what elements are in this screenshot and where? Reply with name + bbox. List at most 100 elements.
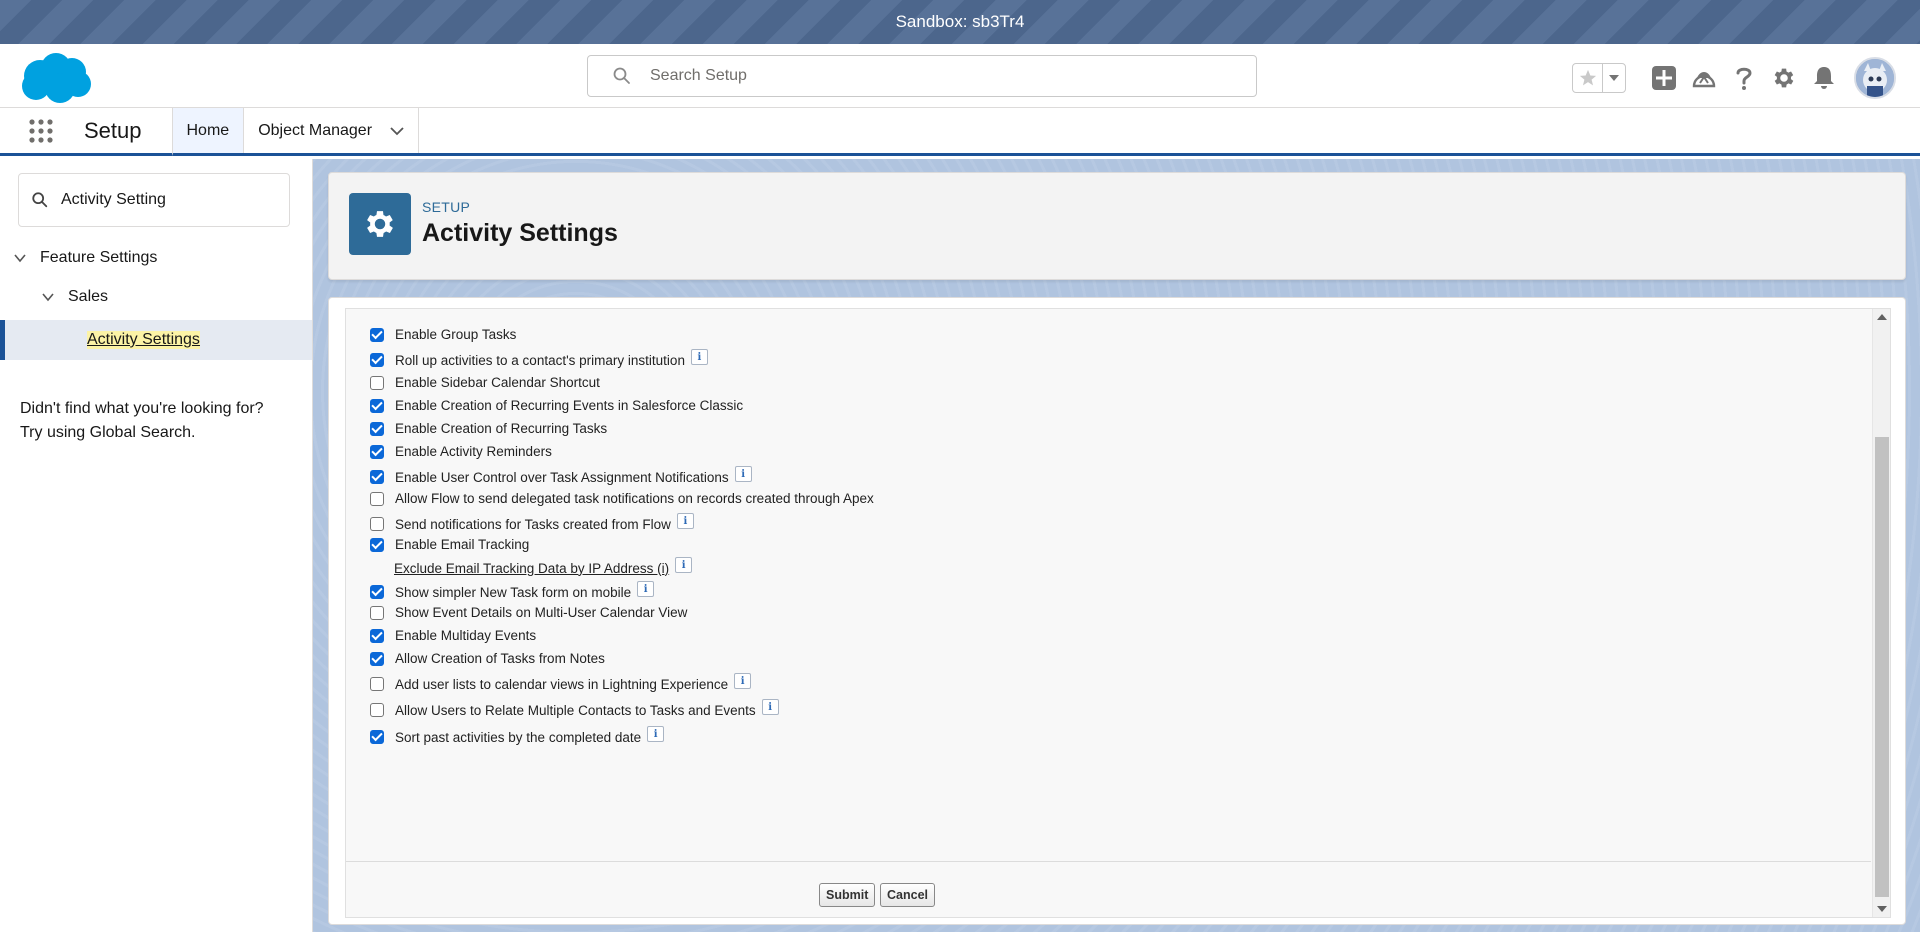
chevron-down-icon[interactable]: [390, 126, 404, 136]
sandbox-banner: Sandbox: sb3Tr4: [0, 0, 1920, 44]
sandbox-label: Sandbox: sb3Tr4: [895, 12, 1025, 31]
app-name: Setup: [84, 117, 142, 143]
setting-checkbox[interactable]: [370, 470, 384, 484]
info-icon[interactable]: i: [734, 466, 752, 482]
quick-find-box[interactable]: [18, 173, 290, 227]
setting-checkbox[interactable]: [370, 517, 384, 531]
setting-row: Allow Creation of Tasks from Notes: [370, 651, 605, 666]
setting-checkbox[interactable]: [370, 421, 384, 436]
setting-row: Allow Users to Relate Multiple Contacts …: [370, 699, 779, 718]
setting-checkbox[interactable]: [370, 703, 384, 717]
setting-checkbox[interactable]: [370, 444, 384, 459]
setting-row: Allow Flow to send delegated task notifi…: [370, 491, 874, 506]
notifications-bell-icon[interactable]: [1804, 58, 1844, 98]
trailhead-icon[interactable]: [1684, 58, 1724, 98]
header-icons: [1572, 57, 1896, 99]
chevron-down-icon[interactable]: [12, 250, 28, 266]
info-icon[interactable]: i: [734, 673, 752, 689]
setting-checkbox[interactable]: [370, 651, 384, 666]
body-area: Feature Settings Sales Activity Settings…: [0, 159, 1920, 932]
favorites-star-icon[interactable]: [1573, 64, 1603, 92]
tab-home[interactable]: Home: [171, 108, 244, 156]
global-header: [0, 44, 1920, 108]
setting-checkbox[interactable]: [370, 327, 384, 342]
chevron-down-icon[interactable]: [40, 289, 56, 305]
setting-label: Roll up activities to a contact's primar…: [395, 352, 685, 368]
setting-label: Enable Creation of Recurring Tasks: [395, 421, 608, 436]
setting-row: Enable Group Tasks: [370, 327, 516, 342]
app-launcher-icon[interactable]: [12, 108, 70, 153]
setting-label: Allow Creation of Tasks from Notes: [395, 651, 605, 666]
info-icon[interactable]: i: [690, 349, 708, 365]
setting-label: Send notifications for Tasks created fro…: [395, 516, 671, 532]
scroll-up-arrow-icon[interactable]: [1877, 314, 1887, 320]
setting-checkbox[interactable]: [370, 375, 384, 390]
setting-row: Enable User Control over Task Assignment…: [370, 466, 752, 485]
info-icon[interactable]: i: [675, 557, 693, 573]
help-icon[interactable]: [1724, 58, 1764, 98]
setting-checkbox[interactable]: [370, 537, 384, 552]
setting-row: Enable Creation of Recurring Tasks: [370, 421, 607, 436]
setup-search-box[interactable]: [587, 55, 1257, 97]
exclude-email-tracking-link[interactable]: Exclude Email Tracking Data by IP Addres…: [394, 561, 669, 576]
tree-item-selected-label[interactable]: Activity Settings: [87, 331, 200, 349]
setting-checkbox[interactable]: [370, 585, 384, 599]
setting-label: Allow Users to Relate Multiple Contacts …: [395, 702, 756, 718]
setting-row: Enable Sidebar Calendar Shortcut: [370, 375, 600, 390]
setting-label: Enable Group Tasks: [395, 327, 517, 342]
scrollbar-thumb[interactable]: [1875, 437, 1889, 897]
setting-row: Add user lists to calendar views in Ligh…: [370, 673, 752, 692]
cancel-button[interactable]: Cancel: [880, 883, 935, 907]
tree-item-activity-settings[interactable]: Activity Settings: [0, 320, 312, 360]
setting-label: Enable User Control over Task Assignment…: [395, 469, 729, 485]
page-header: SETUP Activity Settings: [328, 172, 1906, 280]
setting-checkbox[interactable]: [370, 398, 384, 413]
setting-checkbox[interactable]: [370, 628, 384, 643]
setting-row: Send notifications for Tasks created fro…: [370, 513, 694, 532]
setting-label: Show simpler New Task form on mobile: [395, 584, 632, 600]
global-actions-plus-icon[interactable]: [1644, 58, 1684, 98]
quick-find-input[interactable]: [61, 191, 281, 209]
info-icon[interactable]: i: [637, 581, 655, 597]
setting-label: Enable Email Tracking: [395, 537, 530, 552]
search-setup-input[interactable]: [650, 67, 1210, 85]
tab-object-manager[interactable]: Object Manager: [243, 108, 420, 153]
vertical-scrollbar[interactable]: [1872, 309, 1890, 917]
setting-label: Enable Creation of Recurring Events in S…: [395, 398, 744, 413]
setting-checkbox[interactable]: [370, 353, 384, 367]
scroll-down-arrow-icon[interactable]: [1877, 906, 1887, 912]
submit-button[interactable]: Submit: [819, 883, 876, 907]
setting-label: Sort past activities by the completed da…: [395, 729, 642, 745]
setup-gear-icon: [349, 193, 411, 255]
setting-label: Enable Activity Reminders: [395, 444, 552, 459]
info-icon[interactable]: i: [647, 726, 665, 742]
user-avatar[interactable]: [1854, 57, 1896, 99]
settings-link-row: Exclude Email Tracking Data by IP Addres…: [394, 557, 693, 576]
tab-object-manager-label: Object Manager: [258, 121, 373, 139]
setting-checkbox[interactable]: [370, 605, 384, 620]
settings-frame: Enable Group Tasks Roll up activities to …: [345, 308, 1891, 918]
setup-sidebar: Feature Settings Sales Activity Settings…: [0, 159, 313, 932]
tree-item-label: Feature Settings: [40, 249, 158, 266]
favorites-group: [1572, 63, 1626, 93]
setup-gear-icon[interactable]: [1764, 58, 1804, 98]
form-footer-divider: [346, 861, 1871, 862]
content-card: Enable Group Tasks Roll up activities to …: [328, 297, 1906, 925]
setting-row: Enable Activity Reminders: [370, 444, 552, 459]
tree-item-sales[interactable]: Sales: [40, 288, 108, 306]
help-line-2: Try using Global Search.: [20, 424, 196, 441]
setting-label: Add user lists to calendar views in Ligh…: [395, 676, 729, 692]
setting-checkbox[interactable]: [370, 677, 384, 691]
help-line-1: Didn't find what you're looking for?: [20, 400, 264, 417]
setting-row: Enable Multiday Events: [370, 628, 536, 643]
info-icon[interactable]: i: [676, 513, 694, 529]
app-nav-bar: Setup Home Object Manager: [0, 108, 1920, 156]
salesforce-logo[interactable]: [18, 52, 94, 104]
setting-label: Allow Flow to send delegated task notifi…: [395, 491, 874, 506]
info-icon[interactable]: i: [761, 699, 779, 715]
tree-item-feature-settings[interactable]: Feature Settings: [12, 249, 157, 267]
setting-checkbox[interactable]: [370, 730, 384, 744]
favorites-dropdown-icon[interactable]: [1603, 64, 1625, 92]
tree-item-label: Sales: [68, 288, 109, 305]
setting-checkbox[interactable]: [370, 491, 384, 506]
